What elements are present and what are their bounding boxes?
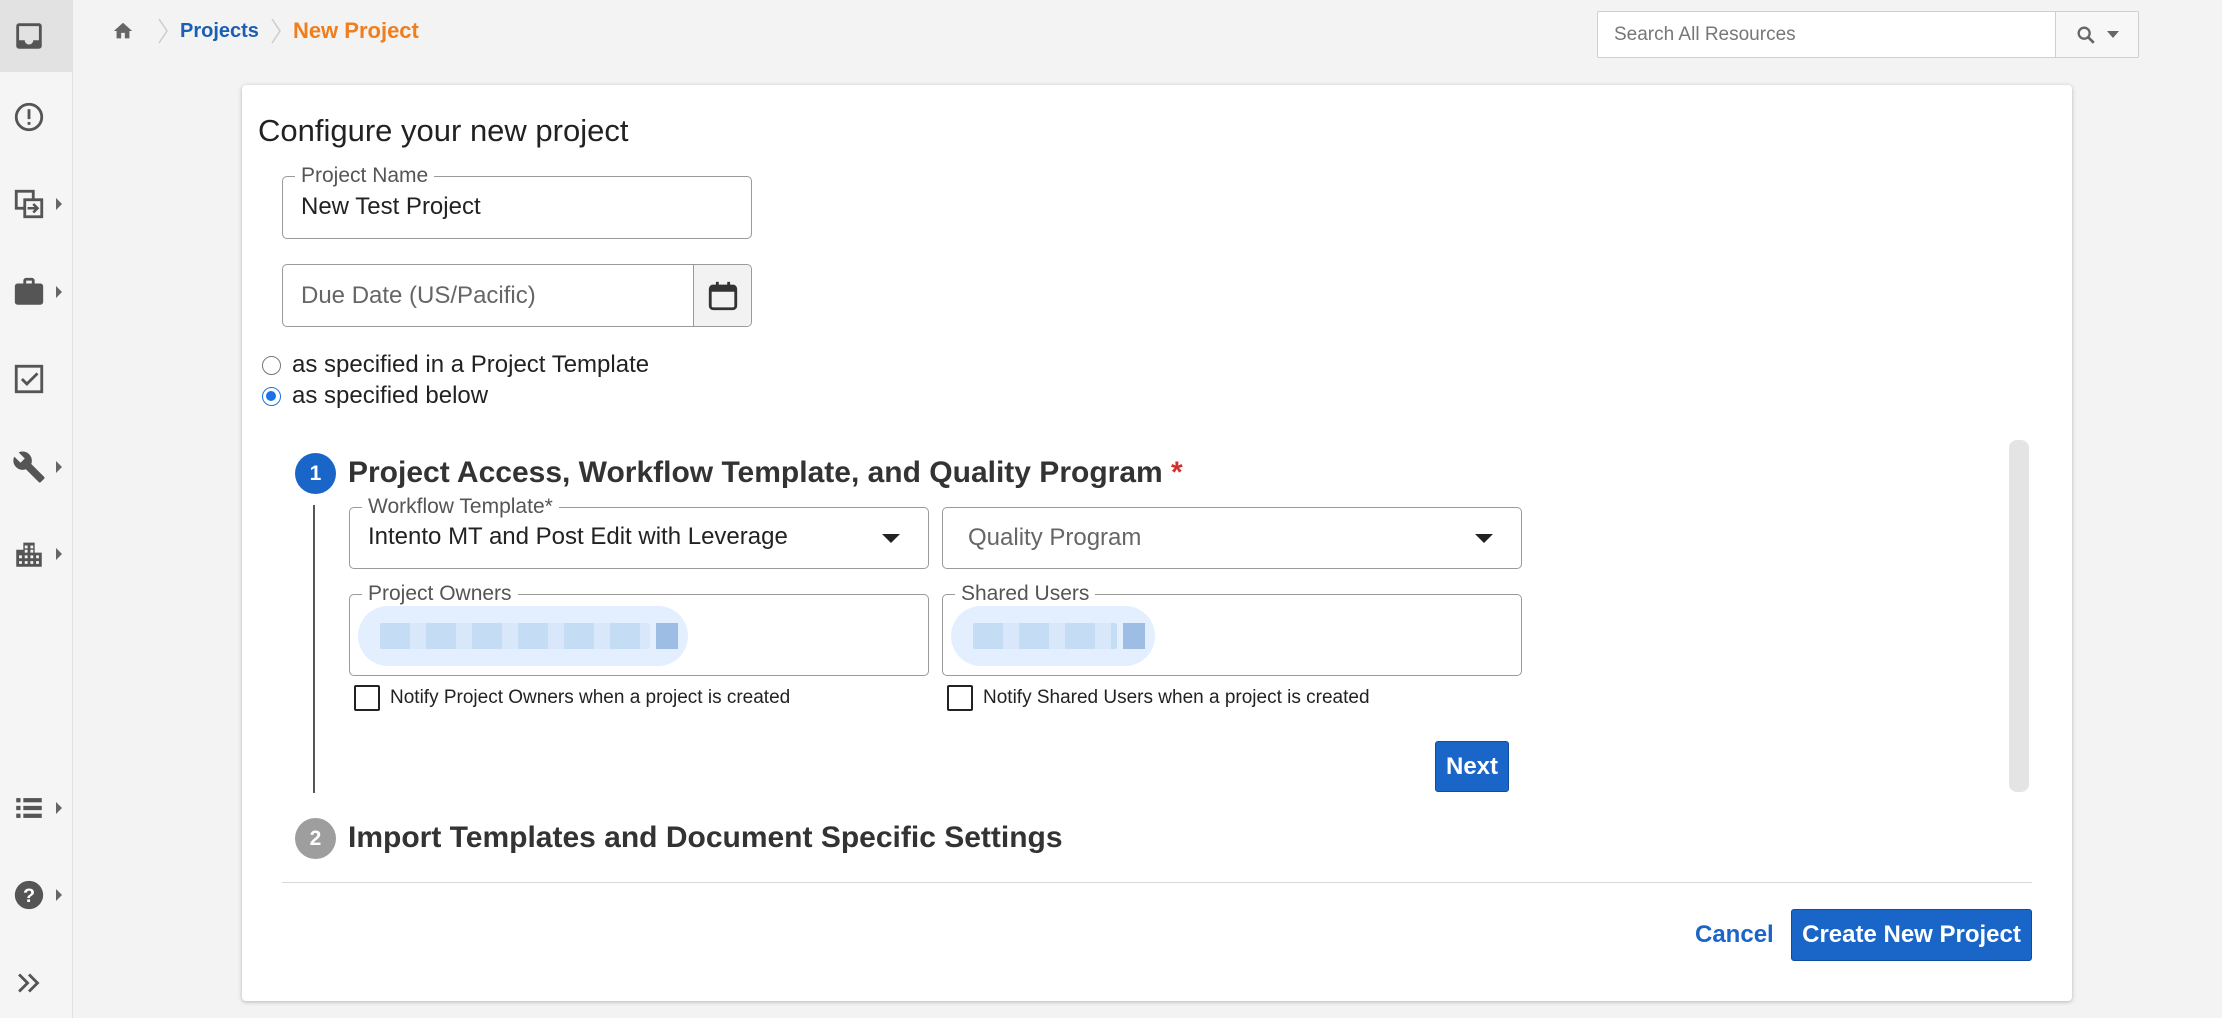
step-1-title: Project Access, Workflow Template, and Q… <box>348 456 1183 490</box>
step-1-title-text: Project Access, Workflow Template, and Q… <box>348 456 1163 489</box>
workflow-template-value: Intento MT and Post Edit with Leverage <box>368 523 788 550</box>
cancel-button[interactable]: Cancel <box>1695 921 1774 949</box>
search-button[interactable] <box>2055 12 2138 57</box>
inbox-icon <box>16 23 42 49</box>
briefcase-icon <box>14 277 44 305</box>
checkbox-icon <box>14 364 44 394</box>
user-chip[interactable] <box>358 606 688 666</box>
notify-shared-checkbox[interactable]: Notify Shared Users when a project is cr… <box>947 685 1370 711</box>
sidebar-item-projects[interactable] <box>0 262 73 322</box>
redacted-user <box>380 623 650 649</box>
dropdown-arrow-icon <box>1475 534 1493 543</box>
svg-text:?: ? <box>23 885 35 907</box>
breadcrumb-separator-icon <box>271 18 281 44</box>
notify-owners-label: Notify Project Owners when a project is … <box>390 687 791 708</box>
required-mark: * <box>1171 456 1183 489</box>
search-icon <box>2077 26 2095 44</box>
notify-shared-label: Notify Shared Users when a project is cr… <box>983 687 1370 708</box>
sidebar-item-inbox[interactable] <box>0 0 73 72</box>
step-1-indicator: 1 <box>295 453 336 494</box>
help-icon: ? <box>14 880 44 910</box>
radio-button[interactable] <box>262 355 281 375</box>
wrench-icon <box>13 451 45 483</box>
sidebar-item-transfer[interactable] <box>0 174 73 234</box>
project-name-field[interactable]: Project Name New Test Project <box>282 164 752 239</box>
sidebar-expand[interactable] <box>0 953 73 1013</box>
radio-label: as specified in a Project Template <box>292 351 650 378</box>
redacted-user-end <box>656 623 678 649</box>
alert-circle-icon <box>14 102 44 132</box>
divider <box>282 882 2032 883</box>
shared-users-field[interactable]: Shared Users <box>942 582 1522 676</box>
workflow-template-select[interactable]: Workflow Template* Intento MT and Post E… <box>349 495 929 569</box>
sidebar-item-tools[interactable] <box>0 437 73 497</box>
search-input[interactable] <box>1598 12 2055 57</box>
next-button[interactable]: Next <box>1435 741 1509 792</box>
create-new-project-button[interactable]: Create New Project <box>1791 909 2032 961</box>
scrollbar[interactable] <box>2009 440 2029 792</box>
radio-label: as specified below <box>292 382 489 409</box>
notify-owners-checkbox[interactable]: Notify Project Owners when a project is … <box>354 685 790 711</box>
step-2-title[interactable]: Import Templates and Document Specific S… <box>348 821 1063 855</box>
sidebar-item-alerts[interactable] <box>0 87 73 147</box>
sidebar-item-list[interactable] <box>0 778 73 838</box>
chevron-down-icon <box>2107 31 2119 38</box>
calendar-icon <box>708 281 737 310</box>
list-icon <box>16 798 42 818</box>
transfer-icon <box>14 189 44 219</box>
sidebar-item-help[interactable]: ? <box>0 865 73 925</box>
project-name-value: New Test Project <box>301 193 481 220</box>
checkbox[interactable] <box>354 685 380 711</box>
step-connector <box>313 505 315 793</box>
due-date-field[interactable]: Due Date (US/Pacific) <box>282 264 752 327</box>
new-project-card: Configure your new project Project Name … <box>242 85 2072 1001</box>
calendar-button[interactable] <box>693 265 751 326</box>
page-title: Configure your new project <box>258 113 629 148</box>
sidebar: ? <box>0 0 73 1018</box>
breadcrumb-separator-icon <box>158 18 168 44</box>
breadcrumb-current: New Project <box>292 18 419 43</box>
home-icon[interactable] <box>112 20 134 42</box>
breadcrumb-projects-link[interactable]: Projects <box>180 20 259 43</box>
redacted-user-end <box>1123 623 1145 649</box>
due-date-placeholder: Due Date (US/Pacific) <box>301 282 536 309</box>
shared-users-label: Shared Users <box>955 582 1096 606</box>
project-owners-field[interactable]: Project Owners <box>349 582 929 676</box>
quality-program-select[interactable]: Quality Program <box>942 507 1522 569</box>
radio-project-template[interactable]: as specified in a Project Template <box>262 351 649 379</box>
global-search <box>1597 11 2139 58</box>
radio-specified-below[interactable]: as specified below <box>262 382 488 410</box>
project-owners-label: Project Owners <box>362 582 518 606</box>
step-2-indicator: 2 <box>295 818 336 859</box>
dropdown-arrow-icon <box>882 534 900 543</box>
sidebar-item-organization[interactable] <box>0 524 73 584</box>
radio-button[interactable] <box>262 386 281 406</box>
redacted-user <box>973 623 1117 649</box>
sidebar-item-tasks[interactable] <box>0 349 73 409</box>
quality-program-placeholder: Quality Program <box>968 524 1142 551</box>
user-chip[interactable] <box>951 606 1155 666</box>
workflow-template-label: Workflow Template* <box>362 495 559 519</box>
building-icon <box>16 542 42 567</box>
breadcrumb: Projects New Project <box>112 18 419 44</box>
expand-icon <box>18 973 40 993</box>
project-name-label: Project Name <box>295 164 435 188</box>
checkbox[interactable] <box>947 685 973 711</box>
